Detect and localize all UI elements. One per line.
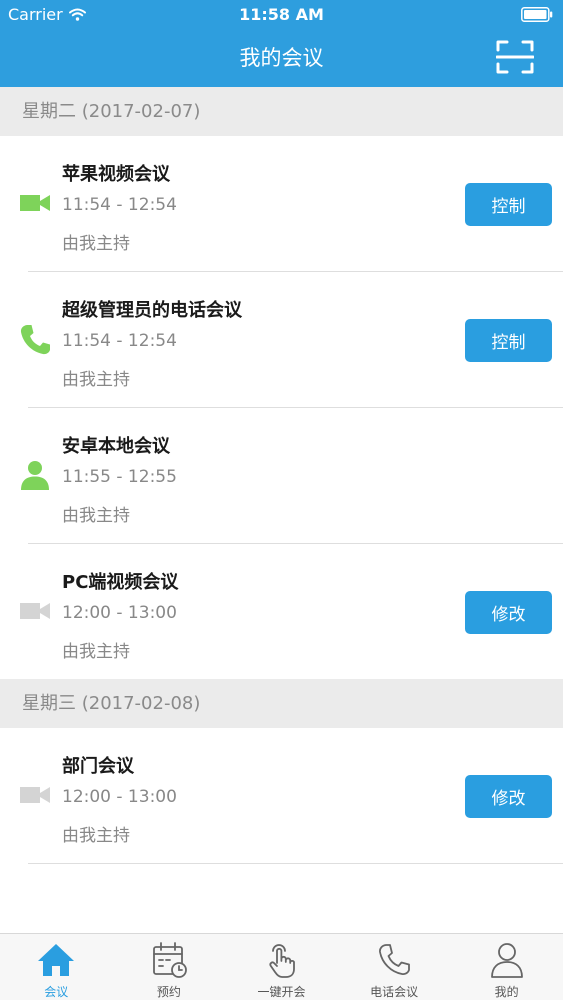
phone-icon bbox=[379, 944, 410, 975]
meeting-row[interactable]: 超级管理员的电话会议 11:54 - 12:54 由我主持 控制 bbox=[0, 272, 563, 408]
video-camera-icon bbox=[20, 195, 50, 211]
battery-icon bbox=[521, 7, 553, 22]
tab-label: 我的 bbox=[494, 985, 519, 999]
tap-hand-icon bbox=[269, 944, 296, 978]
tab-bar: 会议 预约 一键开会 电话会议 我的 bbox=[0, 933, 563, 1000]
meeting-host: 由我主持 bbox=[62, 370, 130, 390]
meeting-time: 11:54 - 12:54 bbox=[62, 195, 177, 215]
tab-meetings[interactable]: 会议 bbox=[0, 934, 113, 1000]
page-title: 我的会议 bbox=[239, 46, 324, 70]
meeting-row[interactable]: PC端视频会议 12:00 - 13:00 由我主持 修改 bbox=[0, 544, 563, 680]
status-bar: Carrier 11:58 AM bbox=[0, 0, 563, 30]
control-button[interactable]: 控制 bbox=[465, 319, 552, 362]
home-icon bbox=[38, 944, 75, 976]
calendar-clock-icon bbox=[152, 942, 187, 978]
person-icon bbox=[21, 461, 49, 490]
date-section-header: 星期三 (2017-02-08) bbox=[0, 679, 563, 728]
scan-icon[interactable] bbox=[496, 39, 534, 75]
phone-icon bbox=[20, 325, 50, 355]
meeting-row[interactable]: 部门会议 12:00 - 13:00 由我主持 修改 bbox=[0, 728, 563, 864]
app-header: Carrier 11:58 AM 我的会议 bbox=[0, 0, 563, 87]
tab-quick-meeting[interactable]: 一键开会 bbox=[225, 934, 338, 1000]
meeting-row[interactable]: 苹果视频会议 11:54 - 12:54 由我主持 控制 bbox=[0, 136, 563, 272]
date-section-header: 星期二 (2017-02-07) bbox=[0, 87, 563, 136]
meeting-time: 11:55 - 12:55 bbox=[62, 467, 177, 487]
meeting-host: 由我主持 bbox=[62, 506, 130, 526]
meeting-title: 部门会议 bbox=[62, 756, 134, 777]
tab-phone-meeting[interactable]: 电话会议 bbox=[338, 934, 451, 1000]
edit-button[interactable]: 修改 bbox=[465, 775, 552, 818]
video-camera-icon bbox=[20, 787, 50, 803]
tab-label: 一键开会 bbox=[257, 985, 306, 999]
row-divider bbox=[28, 863, 563, 864]
meeting-host: 由我主持 bbox=[62, 234, 130, 254]
user-icon bbox=[490, 943, 523, 978]
meeting-title: PC端视频会议 bbox=[62, 572, 179, 593]
meeting-time: 11:54 - 12:54 bbox=[62, 331, 177, 351]
meeting-title: 安卓本地会议 bbox=[62, 436, 170, 457]
tab-label: 电话会议 bbox=[370, 985, 419, 999]
tab-label: 预约 bbox=[156, 985, 181, 999]
meeting-time: 12:00 - 13:00 bbox=[62, 787, 177, 807]
meeting-host: 由我主持 bbox=[62, 642, 130, 662]
meeting-time: 12:00 - 13:00 bbox=[62, 603, 177, 623]
tab-mine[interactable]: 我的 bbox=[450, 934, 563, 1000]
meeting-title: 超级管理员的电话会议 bbox=[62, 300, 242, 321]
tab-reservation[interactable]: 预约 bbox=[113, 934, 226, 1000]
control-button[interactable]: 控制 bbox=[465, 183, 552, 226]
meeting-row[interactable]: 安卓本地会议 11:55 - 12:55 由我主持 bbox=[0, 408, 563, 544]
meeting-host: 由我主持 bbox=[62, 826, 130, 846]
edit-button[interactable]: 修改 bbox=[465, 591, 552, 634]
video-camera-icon bbox=[20, 603, 50, 619]
meeting-title: 苹果视频会议 bbox=[62, 164, 170, 185]
status-time: 11:58 AM bbox=[239, 5, 324, 24]
meetings-screen: Carrier 11:58 AM 我的会议 星期二 (2017-02-07) 苹… bbox=[0, 0, 563, 1000]
tab-label: 会议 bbox=[44, 985, 69, 999]
